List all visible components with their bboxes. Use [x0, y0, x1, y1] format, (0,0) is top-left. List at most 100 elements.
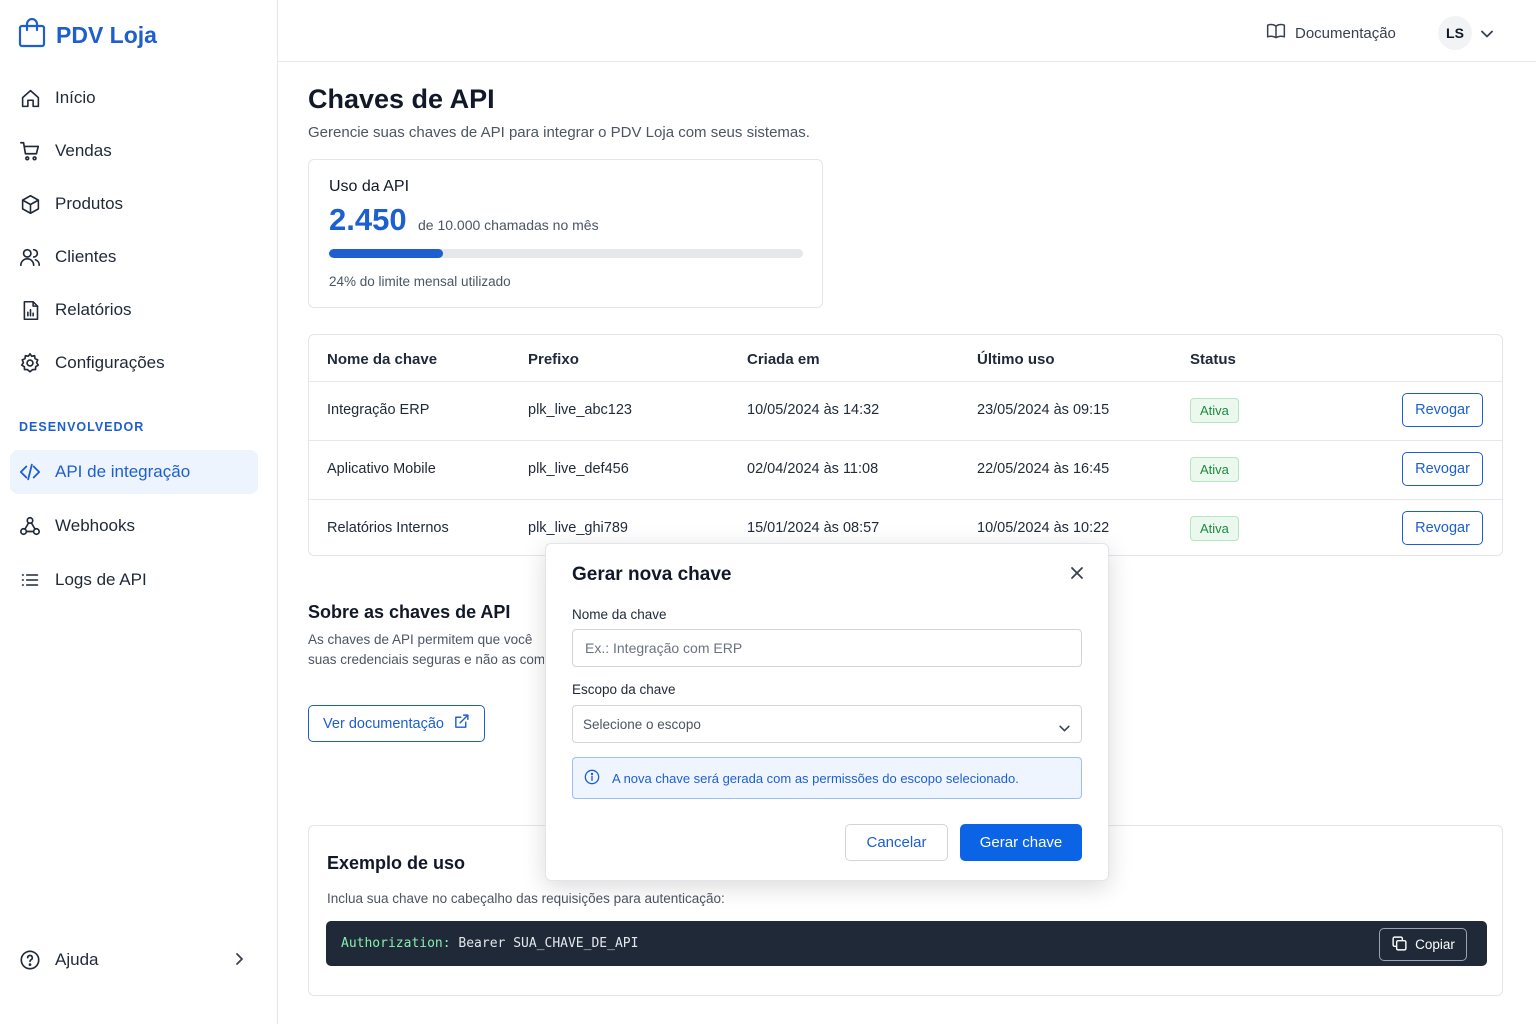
revoke-button[interactable]: Revogar — [1402, 393, 1483, 427]
sidebar: PDV Loja Início Vendas Produtos Clientes… — [0, 0, 278, 1024]
page-subtitle: Gerencie suas chaves de API para integra… — [308, 124, 810, 141]
table-row: Aplicativo Mobile plk_live_def456 02/04/… — [309, 441, 1502, 500]
sidebar-item-label: Vendas — [55, 141, 112, 160]
usage-progress-fill — [329, 249, 443, 258]
sidebar-item-ajuda[interactable]: Ajuda — [10, 938, 258, 982]
cancel-button[interactable]: Cancelar — [845, 824, 948, 861]
sidebar-item-label: Logs de API — [55, 570, 147, 589]
sidebar-item-configuracoes[interactable]: Configurações — [10, 341, 258, 385]
key-last-used: 23/05/2024 às 09:15 — [977, 402, 1110, 418]
key-prefix: plk_live_abc123 — [528, 402, 632, 418]
code-text: Authorization: Bearer SUA_CHAVE_DE_API — [341, 936, 638, 951]
about-text-line: suas credenciais seguras e não as com — [308, 652, 544, 667]
sidebar-item-inicio[interactable]: Início — [10, 76, 258, 120]
column-header: Nome da chave — [327, 351, 438, 368]
key-prefix: plk_live_def456 — [528, 461, 629, 477]
top-header: Documentação LS — [278, 0, 1536, 62]
cart-icon — [19, 140, 41, 162]
key-created: 02/04/2024 às 11:08 — [747, 461, 879, 477]
scope-placeholder: Selecione o escopo — [583, 716, 701, 732]
api-usage-card: Uso da API 2.450 de 10.000 chamadas no m… — [308, 159, 823, 308]
key-name: Aplicativo Mobile — [327, 461, 436, 477]
sidebar-item-label: Relatórios — [55, 300, 132, 319]
usage-value: 2.450 — [329, 202, 407, 237]
info-icon — [584, 769, 600, 788]
list-icon — [19, 569, 41, 591]
example-subtitle: Inclua sua chave no cabeçalho das requis… — [327, 891, 725, 906]
usage-progress-bar — [329, 249, 803, 258]
copy-label: Copiar — [1415, 937, 1455, 952]
modal-title: Gerar nova chave — [572, 564, 732, 585]
users-icon — [19, 246, 41, 268]
sidebar-item-label: API de integração — [55, 462, 191, 481]
key-last-used: 10/05/2024 às 10:22 — [977, 520, 1110, 536]
key-name: Integração ERP — [327, 402, 430, 418]
sidebar-item-label: Produtos — [55, 194, 124, 213]
view-docs-button[interactable]: Ver documentação — [308, 705, 485, 742]
close-icon[interactable] — [1068, 564, 1086, 582]
shopping-bag-icon — [18, 17, 46, 53]
revoke-button[interactable]: Revogar — [1402, 511, 1483, 545]
sidebar-item-label: Clientes — [55, 247, 117, 266]
documentation-link[interactable]: Documentação — [1266, 22, 1396, 44]
key-prefix: plk_live_ghi789 — [528, 520, 628, 536]
about-text: As chaves de API permitem que você suas … — [308, 630, 544, 670]
code-header-key: Authorization: — [341, 936, 451, 951]
copy-icon — [1391, 935, 1408, 955]
sidebar-item-label: Início — [55, 88, 96, 107]
usage-limit-text: de 10.000 chamadas no mês — [418, 217, 599, 233]
revoke-button[interactable]: Revogar — [1402, 452, 1483, 486]
report-icon — [19, 299, 41, 321]
view-docs-label: Ver documentação — [323, 715, 444, 732]
code-header-value: Bearer SUA_CHAVE_DE_API — [450, 936, 639, 951]
home-icon — [19, 87, 41, 109]
about-text-line: As chaves de API permitem que você — [308, 632, 533, 647]
key-name: Relatórios Internos — [327, 520, 449, 536]
column-header: Último uso — [977, 351, 1055, 368]
key-scope-select[interactable]: Selecione o escopo — [572, 705, 1082, 743]
avatar[interactable]: LS — [1438, 16, 1472, 50]
section-label-desenvolvedor: DESENVOLVEDOR — [19, 420, 145, 434]
column-header: Status — [1190, 351, 1236, 368]
help-circle-icon — [19, 949, 41, 971]
brand[interactable]: PDV Loja — [18, 17, 157, 53]
gear-icon — [19, 352, 41, 374]
api-keys-table: Nome da chave Prefixo Criada em Último u… — [308, 334, 1503, 556]
chevron-right-icon — [234, 951, 244, 971]
status-badge: Ativa — [1190, 457, 1239, 482]
webhook-icon — [19, 515, 41, 537]
sidebar-item-label: Webhooks — [55, 516, 136, 535]
key-created: 10/05/2024 às 14:32 — [747, 402, 880, 418]
usage-percent-text: 24% do limite mensal utilizado — [329, 274, 511, 289]
sidebar-item-api-integracao[interactable]: API de integração — [10, 450, 258, 494]
sidebar-item-label: Configurações — [55, 353, 165, 372]
sidebar-item-clientes[interactable]: Clientes — [10, 235, 258, 279]
sidebar-item-webhooks[interactable]: Webhooks — [10, 504, 258, 548]
sidebar-item-vendas[interactable]: Vendas — [10, 129, 258, 173]
documentation-label: Documentação — [1295, 24, 1396, 42]
copy-button[interactable]: Copiar — [1379, 928, 1467, 961]
column-header: Criada em — [747, 351, 820, 368]
sidebar-item-relatorios[interactable]: Relatórios — [10, 288, 258, 332]
key-name-input[interactable] — [572, 629, 1082, 667]
code-icon — [19, 461, 41, 483]
external-link-icon — [453, 713, 470, 734]
status-badge: Ativa — [1190, 398, 1239, 423]
generate-key-button[interactable]: Gerar chave — [960, 824, 1082, 861]
key-created: 15/01/2024 às 08:57 — [747, 520, 880, 536]
chevron-down-icon[interactable] — [1481, 25, 1493, 43]
example-title: Exemplo de uso — [327, 853, 466, 873]
key-name-label: Nome da chave — [572, 607, 667, 622]
page-title: Chaves de API — [308, 84, 495, 114]
help-label: Ajuda — [55, 950, 99, 969]
about-title: Sobre as chaves de API — [308, 602, 511, 622]
usage-title: Uso da API — [329, 178, 410, 195]
scope-info-alert: A nova chave será gerada com as permissõ… — [572, 757, 1082, 799]
sidebar-item-logs-api[interactable]: Logs de API — [10, 558, 258, 602]
table-row: Integração ERP plk_live_abc123 10/05/202… — [309, 382, 1502, 441]
box-icon — [19, 193, 41, 215]
chevron-down-icon — [1059, 720, 1070, 735]
column-header: Prefixo — [528, 351, 579, 368]
sidebar-item-produtos[interactable]: Produtos — [10, 182, 258, 226]
code-snippet: Authorization: Bearer SUA_CHAVE_DE_API C… — [326, 921, 1487, 966]
